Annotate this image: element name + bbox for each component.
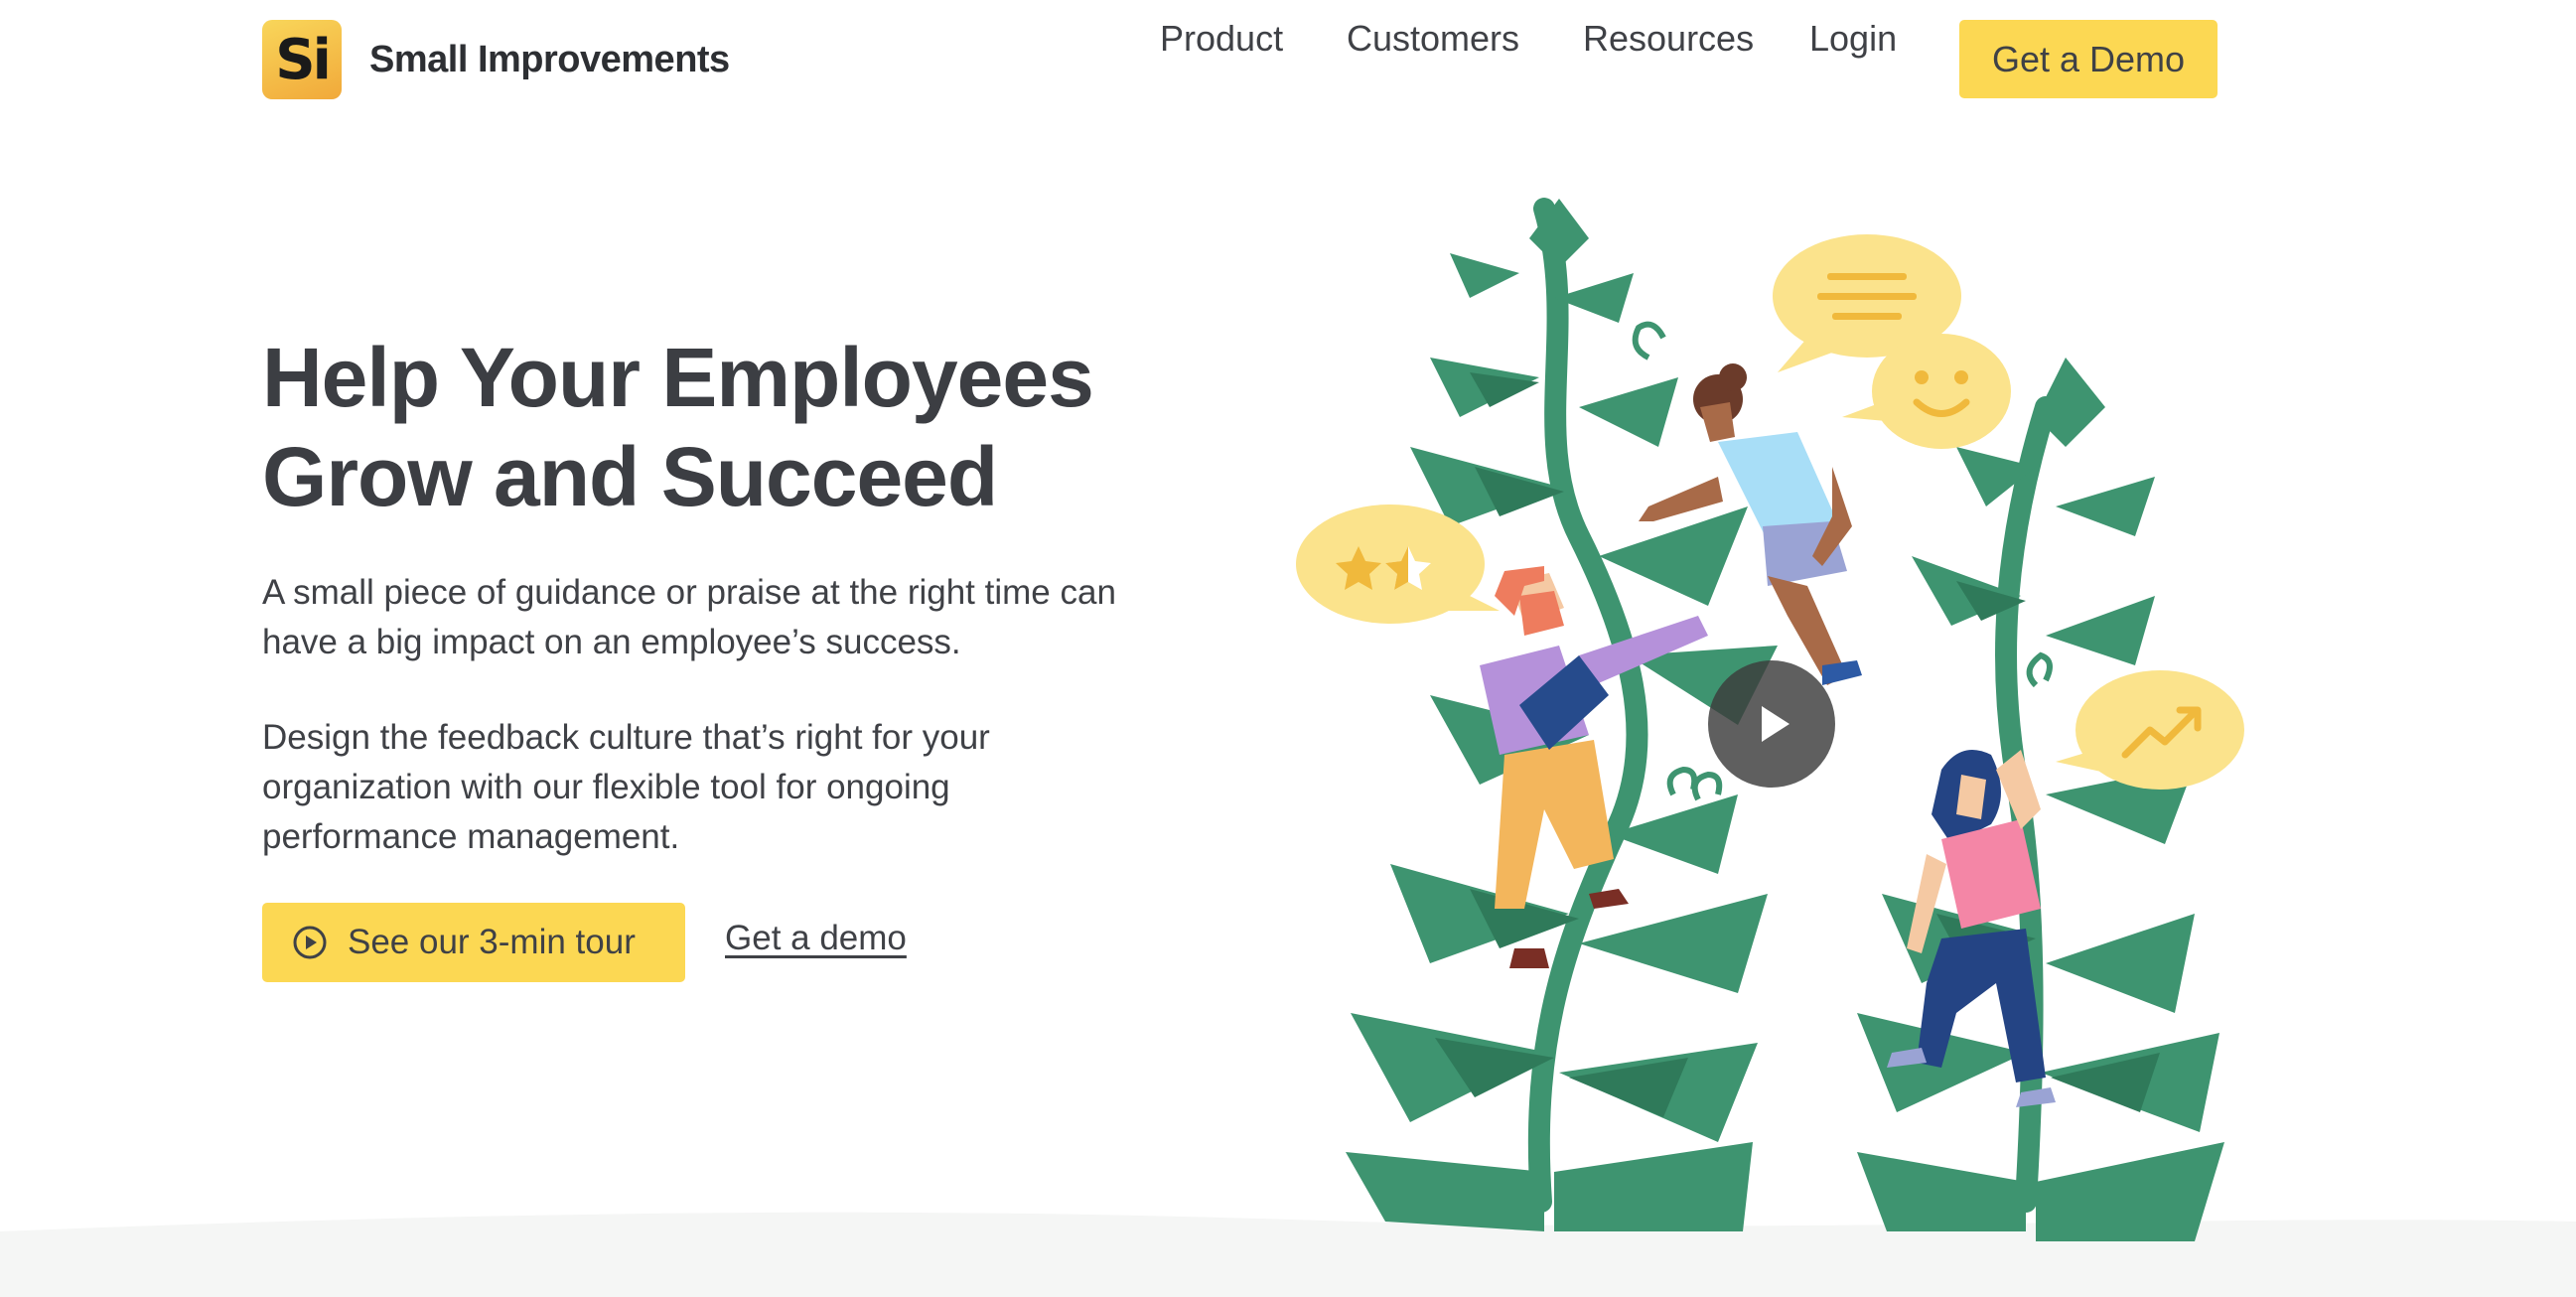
hero-paragraph-2-line-1: Design the feedback culture that’s right… <box>262 718 990 757</box>
brand-name: Small Improvements <box>369 38 730 80</box>
hero-title: Help Your Employees Grow and Succeed <box>262 328 1156 526</box>
hero-paragraph-1: A small piece of guidance or praise at t… <box>262 568 1255 667</box>
see-tour-label: See our 3-min tour <box>348 923 636 961</box>
nav-customers[interactable]: Customers <box>1347 18 1519 60</box>
growth-arrow-icon <box>2056 670 2244 790</box>
hero-paragraph-2-line-3: performance management. <box>262 817 680 856</box>
hero-paragraph-2-line-2: organization with our flexible tool for … <box>262 768 950 806</box>
play-circle-icon <box>293 926 327 959</box>
nav-login[interactable]: Login <box>1809 18 1897 60</box>
hero-paragraph-1-line-1: A small piece of guidance or praise at t… <box>262 573 1116 612</box>
see-tour-button[interactable]: See our 3-min tour <box>262 903 685 982</box>
site-header: Si Small Improvements Product Customers … <box>0 0 2576 119</box>
hero-title-line-2: Grow and Succeed <box>262 430 998 523</box>
nav-product[interactable]: Product <box>1160 18 1283 60</box>
hero-paragraph-1-line-2: have a big impact on an employee’s succe… <box>262 623 961 661</box>
character-man <box>1480 566 1708 968</box>
logo-mark: Si <box>262 20 342 99</box>
nav-resources[interactable]: Resources <box>1583 18 1754 60</box>
video-play-icon <box>1762 706 1789 742</box>
rating-stars-icon <box>1296 504 1500 624</box>
hero-paragraph-2: Design the feedback culture that’s right… <box>262 713 1255 862</box>
get-a-demo-button[interactable]: Get a Demo <box>1959 20 2218 98</box>
hero-title-line-1: Help Your Employees <box>262 331 1094 424</box>
get-a-demo-link[interactable]: Get a demo <box>725 919 907 958</box>
video-play-button[interactable] <box>1708 660 1835 788</box>
brand-logo[interactable]: Si Small Improvements <box>262 20 730 99</box>
